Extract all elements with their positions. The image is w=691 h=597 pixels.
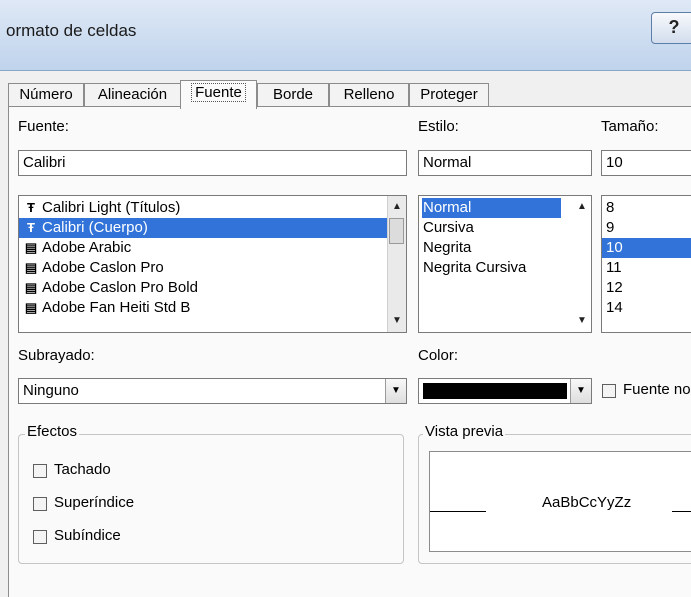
underline-value: Ninguno: [23, 382, 79, 399]
scroll-up-icon[interactable]: ▲: [388, 198, 406, 216]
preview-sample: AaBbCcYyZz: [542, 494, 632, 511]
normal-font-checkbox[interactable]: [602, 384, 616, 398]
preview-box: AaBbCcYyZz: [429, 451, 691, 552]
tab-proteger[interactable]: Proteger: [409, 83, 489, 107]
strikethrough-label: Tachado: [54, 461, 111, 478]
style-input[interactable]: Normal: [418, 150, 592, 176]
tab-numero[interactable]: Número: [8, 83, 84, 107]
chevron-down-icon[interactable]: ▼: [385, 379, 406, 403]
opentype-font-icon: ▤: [24, 260, 38, 275]
size-list-item[interactable]: 9: [602, 218, 691, 238]
normal-font-label: Fuente no: [623, 381, 691, 398]
font-list-item[interactable]: ▤ Adobe Arabic: [19, 238, 387, 258]
tab-fuente[interactable]: Fuente: [180, 80, 257, 109]
size-list[interactable]: 8 9 10 11 12 14: [601, 195, 691, 333]
font-list-item[interactable]: Ŧ Calibri (Cuerpo): [19, 218, 387, 238]
effects-legend: Efectos: [25, 423, 80, 440]
scroll-down-icon[interactable]: ▼: [388, 312, 406, 330]
opentype-font-icon: ▤: [24, 300, 38, 315]
font-list-item-label: Calibri Light (Títulos): [42, 199, 181, 216]
style-list-item[interactable]: Negrita: [419, 238, 591, 258]
underline-select[interactable]: Ninguno ▼: [18, 378, 407, 404]
superscript-label: Superíndice: [54, 494, 135, 511]
chevron-down-icon[interactable]: ▼: [570, 379, 591, 403]
style-list-item[interactable]: Cursiva: [419, 218, 591, 238]
help-button[interactable]: ?: [651, 12, 691, 44]
tab-label: Proteger: [420, 86, 478, 103]
style-list-item-label: Negrita Cursiva: [423, 259, 527, 276]
size-list-item[interactable]: 11: [602, 258, 691, 278]
subscript-checkbox[interactable]: [33, 530, 47, 544]
style-list-item-label: Cursiva: [423, 219, 474, 236]
size-list-item[interactable]: 10: [602, 238, 691, 258]
font-list-item[interactable]: ▤ Adobe Caslon Pro Bold: [19, 278, 387, 298]
tab-label: Fuente: [191, 83, 246, 102]
font-list-scrollbar[interactable]: ▲ ▼: [387, 196, 406, 332]
tab-label: Borde: [272, 86, 314, 103]
color-select[interactable]: ▼: [418, 378, 592, 404]
font-list-item-label: Calibri (Cuerpo): [42, 219, 148, 236]
color-swatch: [423, 383, 567, 399]
font-list-item-label: Adobe Caslon Pro Bold: [42, 279, 198, 296]
preview-baseline-right: [672, 511, 691, 512]
subscript-label: Subíndice: [54, 527, 121, 544]
tab-relleno[interactable]: Relleno: [329, 83, 409, 107]
style-list[interactable]: Normal Cursiva Negrita Negrita Cursiva ▲ ▼: [418, 195, 592, 333]
size-label: Tamaño:: [601, 118, 659, 135]
tab-label: Número: [19, 86, 73, 103]
size-list-item[interactable]: 12: [602, 278, 691, 298]
underline-label: Subrayado:: [18, 347, 95, 364]
font-list-item[interactable]: ▤ Adobe Caslon Pro: [19, 258, 387, 278]
size-list-item[interactable]: 14: [602, 298, 691, 318]
font-name-input[interactable]: Calibri: [18, 150, 407, 176]
scroll-up-icon[interactable]: ▲: [573, 198, 591, 216]
style-list-scrollbar[interactable]: ▲ ▼: [573, 196, 591, 332]
scroll-thumb[interactable]: [389, 218, 404, 244]
format-cells-dialog: ormato de celdas ? Número Alineación Fue…: [0, 0, 691, 597]
opentype-font-icon: ▤: [24, 240, 38, 255]
font-list-item-label: Adobe Fan Heiti Std B: [42, 299, 191, 316]
dialog-body: Número Alineación Fuente Borde Relleno P…: [0, 71, 691, 597]
font-list[interactable]: Ŧ Calibri Light (Títulos) Ŧ Calibri (Cuerpo…: [18, 195, 407, 333]
size-list-item[interactable]: 8: [602, 198, 691, 218]
truetype-font-icon: Ŧ: [27, 220, 35, 235]
truetype-font-icon: Ŧ: [27, 200, 35, 215]
tab-borde[interactable]: Borde: [257, 83, 329, 107]
tab-alineacion[interactable]: Alineación: [84, 83, 181, 107]
font-list-item-label: Adobe Arabic: [42, 239, 132, 256]
font-tab-panel: Fuente: Calibri Ŧ Calibri Light (Títulos)…: [8, 106, 691, 597]
style-list-item[interactable]: Negrita Cursiva: [419, 258, 591, 278]
superscript-checkbox[interactable]: [33, 497, 47, 511]
scroll-down-icon[interactable]: ▼: [573, 312, 591, 330]
style-list-item[interactable]: Normal: [419, 198, 591, 218]
font-list-item-label: Adobe Caslon Pro: [42, 259, 164, 276]
font-list-item[interactable]: ▤ Adobe Fan Heiti Std B: [19, 298, 387, 318]
tab-label: Relleno: [343, 86, 395, 103]
color-label: Color:: [418, 347, 459, 364]
preview-legend: Vista previa: [423, 423, 506, 440]
style-list-item-label: Normal: [422, 198, 561, 218]
tab-label: Alineación: [97, 86, 168, 103]
font-label: Fuente:: [18, 118, 69, 135]
tab-strip: Número Alineación Fuente Borde Relleno P…: [0, 80, 691, 109]
strikethrough-checkbox[interactable]: [33, 464, 47, 478]
font-list-item[interactable]: Ŧ Calibri Light (Títulos): [19, 198, 387, 218]
style-label: Estilo:: [418, 118, 459, 135]
preview-baseline-left: [430, 511, 486, 512]
style-list-item-label: Negrita: [423, 239, 472, 256]
opentype-font-icon: ▤: [24, 280, 38, 295]
dialog-title: ormato de celdas: [6, 21, 137, 40]
title-bar: ormato de celdas ?: [0, 0, 691, 71]
size-input[interactable]: 10: [601, 150, 691, 176]
